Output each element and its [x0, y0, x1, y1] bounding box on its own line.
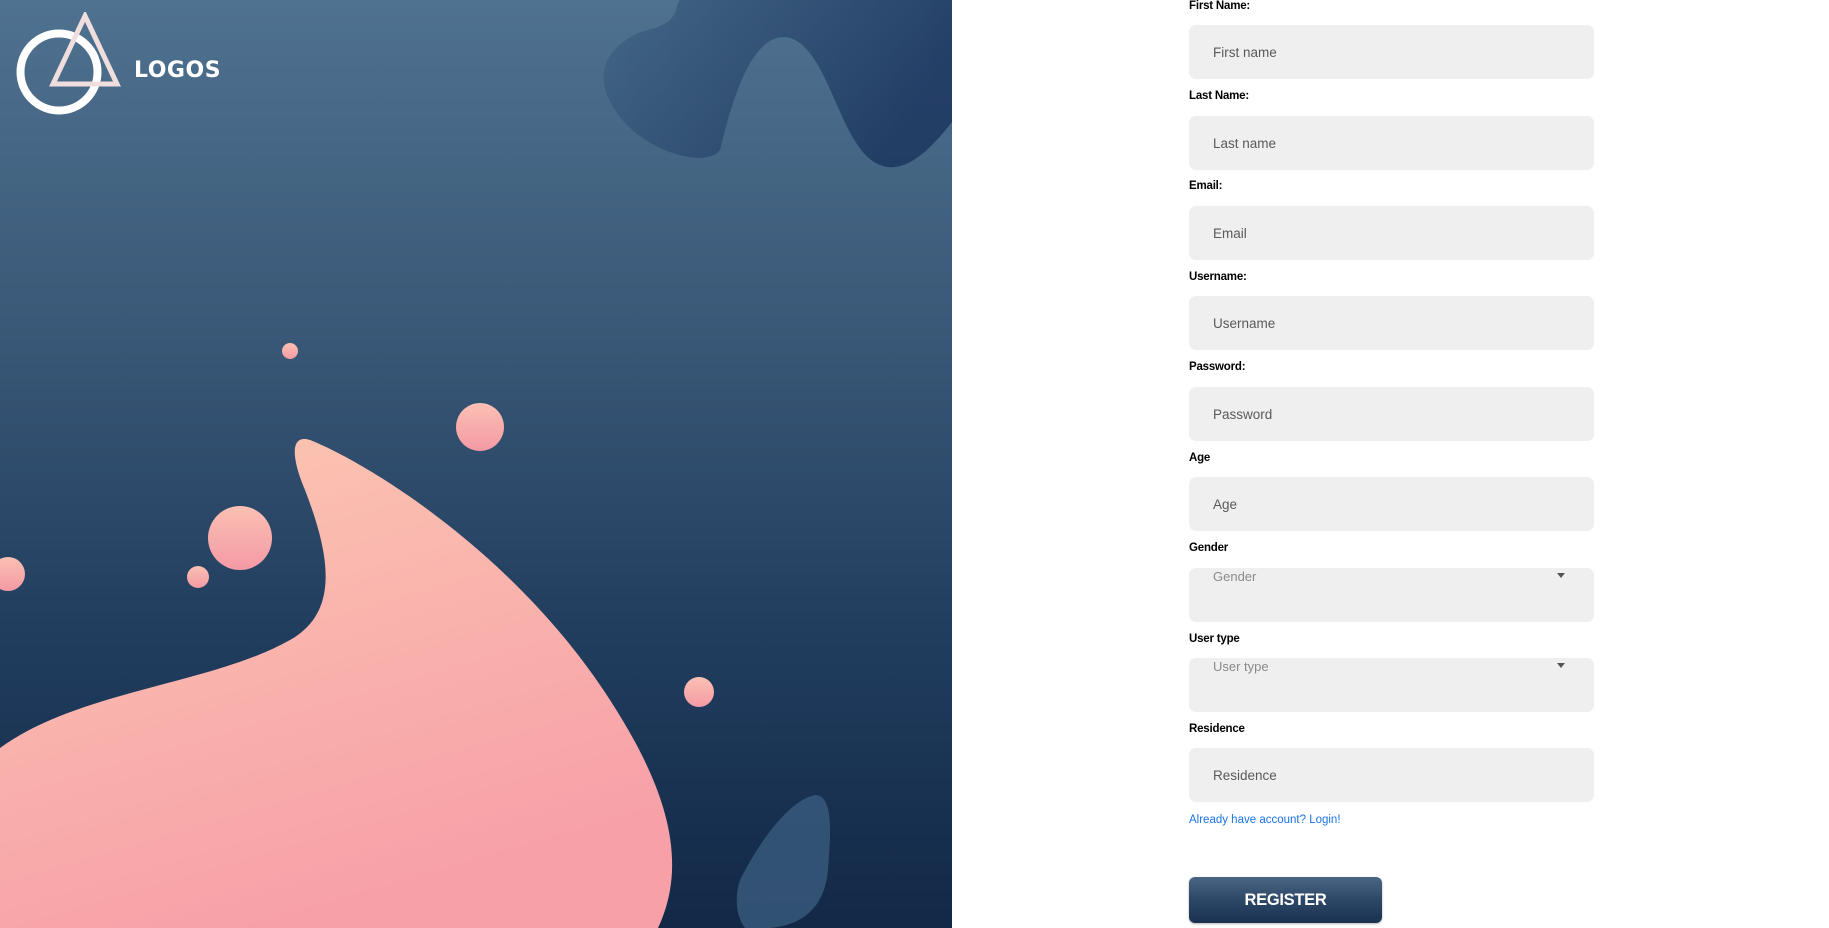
last-name-label: Last Name:: [1189, 90, 1249, 102]
teardrop-shape: [736, 795, 831, 928]
bubble: [282, 343, 298, 359]
first-name-input[interactable]: [1189, 25, 1594, 79]
username-label: Username:: [1189, 271, 1247, 283]
age-label: Age: [1189, 452, 1211, 464]
email-label: Email:: [1189, 180, 1223, 192]
top-wave-shape: [603, 0, 952, 168]
gender-selected-value: Gender: [1213, 569, 1257, 584]
password-label: Password:: [1189, 361, 1246, 373]
email-input[interactable]: [1189, 206, 1594, 260]
residence-input[interactable]: [1189, 748, 1594, 802]
brand-name: LOGOS: [134, 58, 222, 83]
bubble: [208, 506, 272, 570]
password-input[interactable]: [1189, 387, 1594, 441]
login-link[interactable]: Already have account? Login!: [1189, 814, 1341, 826]
residence-label: Residence: [1189, 723, 1245, 735]
age-input[interactable]: [1189, 477, 1594, 531]
caret-down-icon: [1557, 573, 1565, 578]
circle-triangle-logo-icon: [16, 12, 121, 115]
username-input[interactable]: [1189, 296, 1594, 350]
first-name-label: First Name:: [1189, 0, 1251, 12]
gender-label: Gender: [1189, 542, 1229, 554]
hero-panel: LOGOS: [0, 0, 952, 928]
gender-select[interactable]: Gender: [1189, 568, 1594, 622]
register-button[interactable]: REGISTER: [1189, 877, 1382, 923]
caret-down-icon: [1557, 663, 1565, 668]
user-type-selected-value: User type: [1213, 659, 1269, 674]
hero-illustration: [0, 0, 952, 928]
bubble: [684, 677, 714, 707]
bubble: [456, 403, 504, 451]
last-name-input[interactable]: [1189, 116, 1594, 170]
bubble: [0, 557, 25, 591]
user-type-select[interactable]: User type: [1189, 658, 1594, 712]
bubble: [187, 566, 209, 588]
peach-blob-shape: [0, 438, 673, 928]
user-type-label: User type: [1189, 633, 1240, 645]
